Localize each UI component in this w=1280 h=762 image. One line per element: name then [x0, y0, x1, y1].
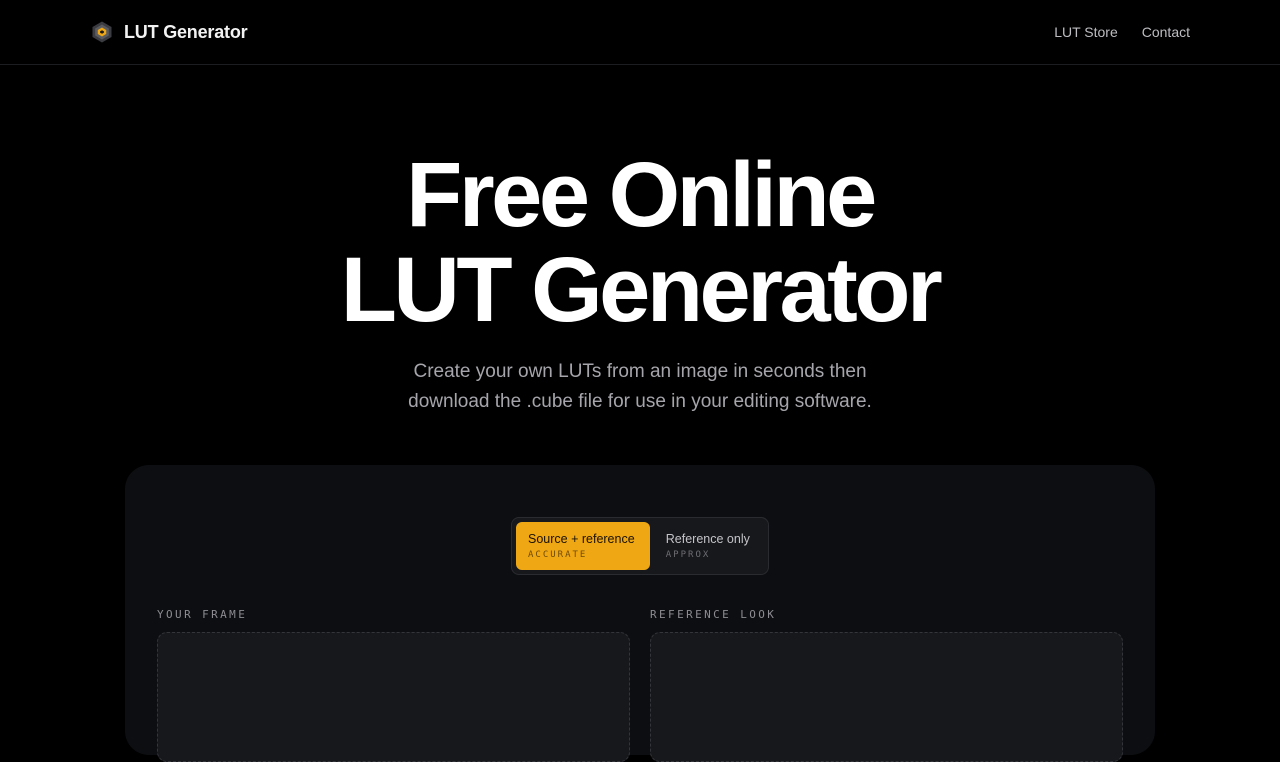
reference-look-dropzone[interactable]	[650, 632, 1123, 762]
hero-title: Free Online LUT Generator	[0, 148, 1280, 338]
mode-option-label: Source + reference	[528, 531, 635, 546]
brand-name: LUT Generator	[124, 21, 248, 42]
nav-link-contact[interactable]: Contact	[1142, 24, 1190, 40]
your-frame-label: YOUR FRAME	[157, 608, 248, 621]
mode-option-tag: APPROX	[665, 549, 711, 560]
hero-title-line-2: LUT Generator	[340, 239, 943, 341]
hexagon-logo-icon	[92, 21, 112, 43]
nav-link-lut-store[interactable]: LUT Store	[1054, 24, 1118, 40]
lut-generator-panel: Source + reference ACCURATE Reference on…	[125, 465, 1155, 762]
top-navigation-bar: LUT Generator LUT Store Contact	[0, 0, 1280, 65]
hero-subtitle: Create your own LUTs from an image in se…	[408, 361, 872, 412]
reference-look-label: REFERENCE LOOK	[650, 608, 777, 621]
mode-option-source-reference[interactable]: Source + reference ACCURATE	[516, 522, 650, 570]
mode-option-label: Reference only	[665, 531, 750, 546]
your-frame-dropzone[interactable]	[157, 632, 630, 762]
mode-option-reference-only[interactable]: Reference only APPROX	[654, 522, 764, 570]
main-nav: LUT Store Contact	[1054, 24, 1190, 40]
mode-option-tag: ACCURATE	[528, 549, 588, 560]
mode-switch: Source + reference ACCURATE Reference on…	[511, 517, 769, 575]
brand-link[interactable]: LUT Generator	[90, 20, 248, 44]
hero-title-line-1: Free Online	[406, 144, 877, 246]
